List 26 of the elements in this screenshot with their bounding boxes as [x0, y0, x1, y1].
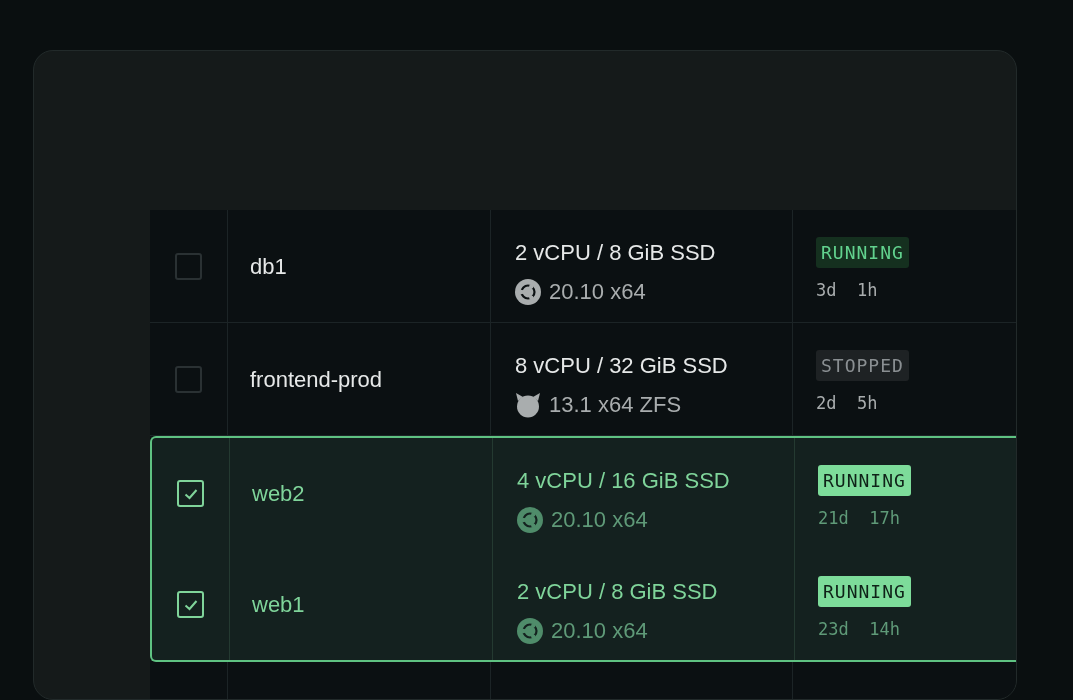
server-name: db1: [250, 252, 287, 281]
server-name: frontend-prod: [250, 365, 383, 394]
uptime: 2d 5h: [816, 392, 879, 415]
os-version: 20.10 x64: [551, 506, 648, 534]
server-name: web2: [252, 480, 305, 508]
os-version: 20.10 x64: [551, 617, 648, 645]
server-spec: 8 vCPU / 32 GiB SSD: [515, 352, 729, 380]
uptime: 3d 1h: [816, 279, 879, 302]
os-version: 13.1 x64 ZFS: [549, 391, 682, 419]
ubuntu-logo-icon: [515, 278, 541, 305]
checkbox[interactable]: [175, 365, 202, 393]
status-badge: RUNNING: [818, 576, 911, 607]
status-badge: STOPPED: [816, 350, 909, 381]
checkbox[interactable]: [175, 252, 202, 280]
os-version: 20.10 x64: [549, 278, 646, 306]
server-name: web1: [252, 591, 305, 619]
status-badge: RUNNING: [816, 237, 909, 268]
horned-circle-icon: [515, 391, 541, 418]
server-spec: 4 vCPU / 16 GiB SSD: [517, 467, 731, 495]
server-spec: 2 vCPU / 8 GiB SSD: [515, 239, 717, 267]
uptime: 21d 17h: [818, 507, 901, 530]
ubuntu-logo-icon: [517, 506, 543, 533]
uptime: 23d 14h: [818, 618, 901, 641]
server-spec: 2 vCPU / 8 GiB SSD: [517, 578, 719, 606]
ubuntu-logo-icon: [517, 617, 543, 644]
status-badge: RUNNING: [818, 465, 911, 496]
